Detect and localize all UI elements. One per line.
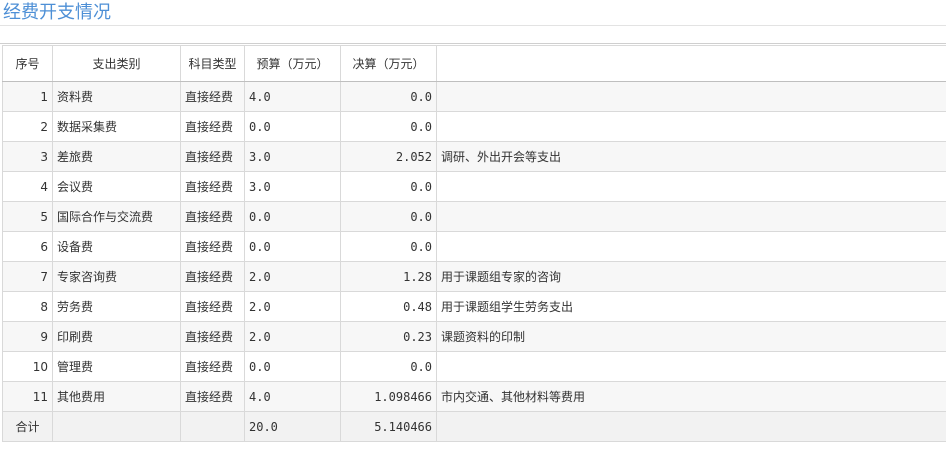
cell-note	[436, 81, 946, 112]
cell-index: 1	[2, 81, 53, 112]
cell-budget: 2.0	[244, 291, 341, 322]
cell-total-budget: 20.0	[244, 411, 341, 442]
cell-type: 直接经费	[180, 291, 245, 322]
cell-category: 会议费	[52, 171, 181, 202]
cell-budget: 0.0	[244, 351, 341, 382]
table-row[interactable]: 8 劳务费 直接经费 2.0 0.48 用于课题组学生劳务支出	[2, 291, 946, 322]
cell-index: 6	[2, 231, 53, 262]
cell-note	[436, 201, 946, 232]
cell-index: 5	[2, 201, 53, 232]
cell-budget: 0.0	[244, 231, 341, 262]
table-row[interactable]: 2 数据采集费 直接经费 0.0 0.0	[2, 111, 946, 142]
cell-index: 2	[2, 111, 53, 142]
cell-type: 直接经费	[180, 321, 245, 352]
header-budget[interactable]: 预算（万元）	[244, 45, 341, 82]
cell-category: 设备费	[52, 231, 181, 262]
header-category[interactable]: 支出类别	[52, 45, 181, 82]
cell-total-type	[180, 411, 245, 442]
cell-category: 专家咨询费	[52, 261, 181, 292]
table-row[interactable]: 9 印刷费 直接经费 2.0 0.23 课题资料的印制	[2, 321, 946, 352]
cell-category: 其他费用	[52, 381, 181, 412]
cell-final: 0.0	[340, 171, 437, 202]
cell-type: 直接经费	[180, 231, 245, 262]
cell-index: 7	[2, 261, 53, 292]
table-row[interactable]: 10 管理费 直接经费 0.0 0.0	[2, 351, 946, 382]
title-bar: 经费开支情况	[0, 0, 946, 26]
cell-final: 0.0	[340, 231, 437, 262]
cell-note: 用于课题组专家的咨询	[436, 261, 946, 292]
cell-total-label: 合计	[2, 411, 53, 442]
page-title: 经费开支情况	[3, 2, 111, 23]
cell-category: 资料费	[52, 81, 181, 112]
cell-index: 9	[2, 321, 53, 352]
cell-budget: 2.0	[244, 261, 341, 292]
cell-type: 直接经费	[180, 351, 245, 382]
cell-budget: 4.0	[244, 381, 341, 412]
table-row[interactable]: 5 国际合作与交流费 直接经费 0.0 0.0	[2, 201, 946, 232]
table-header-row: 序号 支出类别 科目类型 预算（万元） 决算（万元）	[2, 45, 946, 82]
cell-type: 直接经费	[180, 201, 245, 232]
table-row[interactable]: 3 差旅费 直接经费 3.0 2.052 调研、外出开会等支出	[2, 141, 946, 172]
cell-category: 数据采集费	[52, 111, 181, 142]
cell-type: 直接经费	[180, 171, 245, 202]
title-spacer	[0, 26, 946, 44]
cell-note	[436, 111, 946, 142]
table-row[interactable]: 7 专家咨询费 直接经费 2.0 1.28 用于课题组专家的咨询	[2, 261, 946, 292]
cell-note	[436, 351, 946, 382]
cell-index: 11	[2, 381, 53, 412]
header-note[interactable]	[436, 45, 946, 82]
cell-index: 3	[2, 141, 53, 172]
cell-budget: 2.0	[244, 321, 341, 352]
cell-total-final: 5.140466	[340, 411, 437, 442]
cell-note	[436, 231, 946, 262]
cell-budget: 4.0	[244, 81, 341, 112]
cell-category: 劳务费	[52, 291, 181, 322]
cell-category: 印刷费	[52, 321, 181, 352]
cell-note: 课题资料的印制	[436, 321, 946, 352]
cell-budget: 3.0	[244, 171, 341, 202]
table-row[interactable]: 11 其他费用 直接经费 4.0 1.098466 市内交通、其他材料等费用	[2, 381, 946, 412]
cell-note: 调研、外出开会等支出	[436, 141, 946, 172]
cell-type: 直接经费	[180, 261, 245, 292]
cell-index: 4	[2, 171, 53, 202]
cell-category: 国际合作与交流费	[52, 201, 181, 232]
cell-final: 0.0	[340, 201, 437, 232]
cell-budget: 0.0	[244, 111, 341, 142]
cell-type: 直接经费	[180, 141, 245, 172]
cell-total-category	[52, 411, 181, 442]
cell-category: 管理费	[52, 351, 181, 382]
table-total-row: 合计 20.0 5.140466	[2, 411, 946, 442]
header-type[interactable]: 科目类型	[180, 45, 245, 82]
table-row[interactable]: 1 资料费 直接经费 4.0 0.0	[2, 81, 946, 112]
cell-note: 用于课题组学生劳务支出	[436, 291, 946, 322]
table-row[interactable]: 6 设备费 直接经费 0.0 0.0	[2, 231, 946, 262]
cell-final: 0.0	[340, 81, 437, 112]
cell-type: 直接经费	[180, 81, 245, 112]
expense-table: 序号 支出类别 科目类型 预算（万元） 决算（万元） 1 资料费 直接经费 4.…	[2, 45, 946, 442]
cell-note	[436, 171, 946, 202]
cell-final: 2.052	[340, 141, 437, 172]
cell-final: 0.23	[340, 321, 437, 352]
cell-final: 1.098466	[340, 381, 437, 412]
cell-total-note	[436, 411, 946, 442]
cell-category: 差旅费	[52, 141, 181, 172]
cell-final: 0.48	[340, 291, 437, 322]
header-final[interactable]: 决算（万元）	[340, 45, 437, 82]
cell-final: 0.0	[340, 111, 437, 142]
cell-type: 直接经费	[180, 381, 245, 412]
cell-index: 10	[2, 351, 53, 382]
cell-type: 直接经费	[180, 111, 245, 142]
cell-final: 1.28	[340, 261, 437, 292]
table-row[interactable]: 4 会议费 直接经费 3.0 0.0	[2, 171, 946, 202]
cell-note: 市内交通、其他材料等费用	[436, 381, 946, 412]
cell-final: 0.0	[340, 351, 437, 382]
header-index[interactable]: 序号	[2, 45, 53, 82]
cell-budget: 3.0	[244, 141, 341, 172]
cell-index: 8	[2, 291, 53, 322]
cell-budget: 0.0	[244, 201, 341, 232]
